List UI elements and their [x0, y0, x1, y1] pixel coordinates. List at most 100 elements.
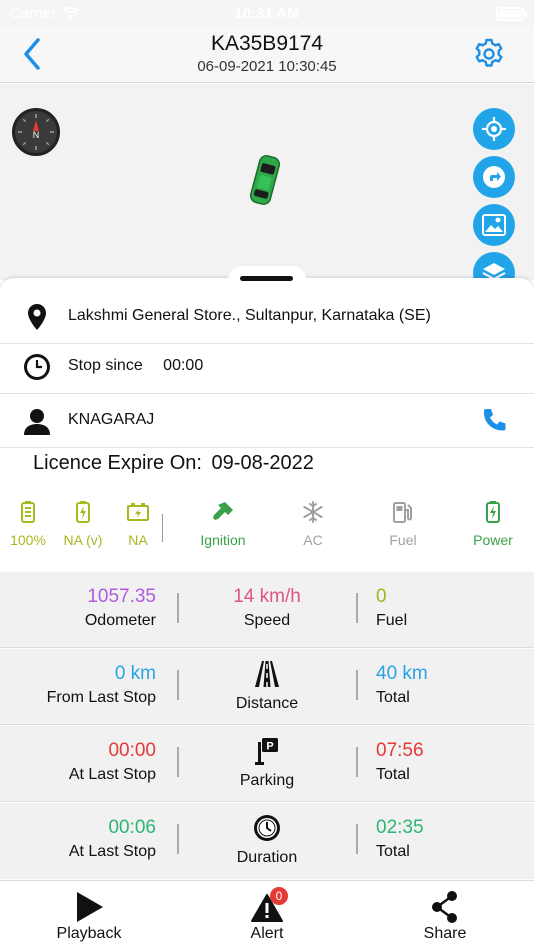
tab-alert-label: Alert: [250, 925, 284, 942]
distance-label: Distance: [235, 695, 299, 712]
status-power-label: Power: [473, 532, 513, 548]
duration-total-label: Total: [376, 843, 410, 860]
speed-cell: 14 km/h Speed: [180, 572, 354, 648]
parking-sign-icon: P: [255, 738, 278, 765]
stop-since-value: 00:00: [163, 357, 204, 374]
fuel-label: Fuel: [376, 612, 408, 629]
duration-label: Duration: [236, 849, 298, 866]
vehicle-details-sheet: Lakshmi General Store., Sultanpur, Karna…: [0, 266, 534, 880]
distance-last-stop-value: 0 km: [114, 663, 156, 684]
location-pin-icon: [28, 304, 46, 330]
metric-separator: [177, 824, 179, 854]
clock-icon: [24, 354, 50, 380]
alert-icon-wrap: 0: [250, 887, 288, 925]
metrics-row-parking: 00:00 At Last Stop P Parking 07:56 Total: [0, 726, 534, 802]
status-car-battery-label: NA: [128, 532, 148, 548]
vehicle-marker-icon[interactable]: [250, 154, 280, 206]
status-fuel-label: Fuel: [389, 532, 417, 548]
status-ignition-label: Ignition: [200, 532, 246, 548]
parking-label: Parking: [239, 772, 295, 789]
snowflake-icon: [303, 501, 323, 523]
tab-playback-label: Playback: [56, 925, 122, 942]
status-battery: 100%: [8, 500, 48, 548]
map-type-button[interactable]: [473, 204, 515, 246]
metrics-row-duration: 00:06 At Last Stop Duration 02:35 Total: [0, 803, 534, 879]
play-icon: [77, 892, 103, 922]
duration-last-stop-cell: 00:06 At Last Stop: [0, 803, 160, 879]
metric-separator: [356, 670, 358, 700]
battery-status-icon: [496, 7, 527, 21]
clock: 10:31 AM: [234, 5, 300, 22]
driver-name: KNAGARAJ: [68, 411, 155, 428]
gear-icon[interactable]: [472, 37, 506, 71]
compass-icon[interactable]: N: [12, 108, 60, 156]
parking-total-value: 07:56: [376, 740, 424, 761]
nav-header: KA35B9174 06-09-2021 10:30:45: [0, 28, 534, 83]
crosshair-icon: [482, 117, 506, 141]
tab-alert[interactable]: 0 Alert: [207, 887, 327, 943]
driver-row: KNAGARAJ: [0, 392, 534, 448]
status-power: Power: [463, 500, 523, 548]
duration-total-value: 02:35: [376, 817, 424, 838]
share-icon: [432, 891, 457, 923]
phone-icon[interactable]: [480, 406, 508, 434]
distance-last-stop-cell: 0 km From Last Stop: [0, 649, 160, 725]
parking-total-label: Total: [376, 766, 410, 783]
metric-separator: [177, 670, 179, 700]
odometer-label: Odometer: [84, 612, 156, 629]
car-battery-icon: [127, 503, 149, 521]
metric-separator: [356, 824, 358, 854]
person-icon: [24, 409, 50, 435]
compass-north-label: N: [33, 130, 40, 140]
duration-total-cell: 02:35 Total: [376, 803, 526, 879]
duration-cell: Duration: [180, 803, 354, 879]
licence-date: 09-08-2022: [211, 452, 314, 474]
duration-last-stop-label: At Last Stop: [68, 843, 156, 860]
status-ac: AC: [283, 500, 343, 548]
layers-button[interactable]: [473, 252, 515, 280]
sheet-drag-handle[interactable]: [240, 276, 293, 281]
tab-share[interactable]: Share: [385, 889, 505, 943]
parking-last-stop-cell: 00:00 At Last Stop: [0, 726, 160, 802]
parking-last-stop-label: At Last Stop: [68, 766, 156, 783]
svg-text:P: P: [266, 741, 273, 753]
parking-last-stop-value: 00:00: [108, 740, 156, 761]
odometer-value: 1057.35: [87, 586, 156, 607]
parking-total-cell: 07:56 Total: [376, 726, 526, 802]
vehicle-status-strip: 100% NA (v) NA Ignition AC Fuel Power: [0, 480, 534, 572]
vehicle-number-title: KA35B9174: [210, 32, 324, 55]
layers-icon: [482, 263, 506, 280]
distance-cell: Distance: [180, 649, 354, 725]
status-battery-label: 100%: [10, 532, 46, 548]
metric-separator: [177, 593, 179, 623]
power-battery-icon: [486, 501, 500, 523]
directions-button[interactable]: [473, 156, 515, 198]
stop-row: Stop since 00:00: [0, 338, 534, 394]
alert-count-badge: 0: [270, 887, 288, 905]
stopwatch-icon: [254, 815, 280, 841]
licence-expiry: Licence Expire On: 09-08-2022: [33, 452, 314, 475]
status-voltage: NA (v): [58, 500, 108, 548]
map-view[interactable]: N: [0, 84, 534, 280]
fuel-pump-icon: [393, 502, 412, 523]
metric-separator: [177, 747, 179, 777]
map-image-icon: [482, 214, 506, 236]
tab-share-label: Share: [423, 925, 467, 942]
distance-total-cell: 40 km Total: [376, 649, 526, 725]
road-icon: [255, 661, 279, 687]
status-fuel: Fuel: [373, 500, 433, 548]
metrics-row-distance: 0 km From Last Stop Distance 40 km Total: [0, 649, 534, 725]
metrics-row-odometer: 1057.35 Odometer 14 km/h Speed 0 Fuel: [0, 572, 534, 648]
stop-since-label: Stop since: [68, 357, 143, 374]
address-row: Lakshmi General Store., Sultanpur, Karna…: [0, 288, 534, 344]
battery-icon: [21, 501, 35, 523]
bottom-tab-bar: Playback 0 Alert Share: [0, 880, 534, 950]
status-divider: [162, 514, 163, 542]
last-update-timestamp: 06-09-2021 10:30:45: [197, 58, 337, 75]
status-ignition: Ignition: [188, 500, 258, 548]
metric-separator: [356, 747, 358, 777]
status-bar: Carrier 10:31 AM: [0, 0, 534, 28]
locate-vehicle-button[interactable]: [473, 108, 515, 150]
tab-playback[interactable]: Playback: [29, 889, 149, 943]
duration-last-stop-value: 00:06: [108, 817, 156, 838]
